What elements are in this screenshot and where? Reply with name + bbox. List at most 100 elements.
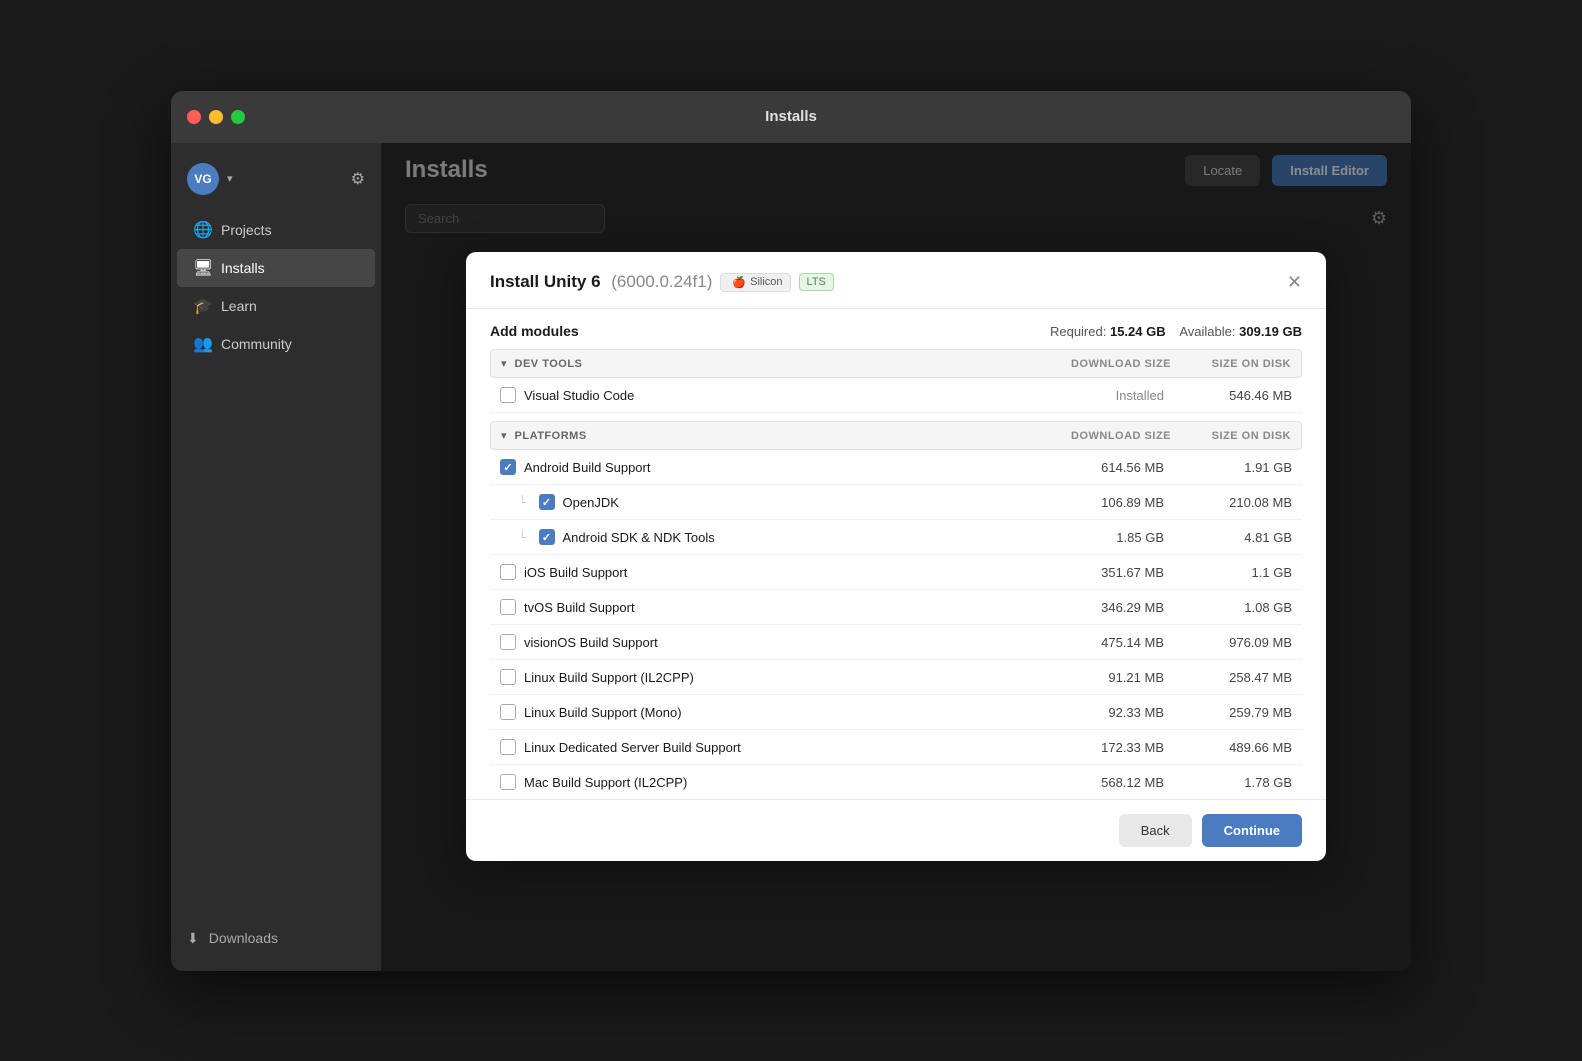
ios-checkbox[interactable] [500, 564, 516, 580]
col-disk-header: SIZE ON DISK [1171, 358, 1291, 370]
maximize-traffic-light[interactable] [231, 110, 245, 124]
sidebar-top: VG ▾ ⚙ [171, 155, 381, 203]
col-download-header: DOWNLOAD SIZE [1031, 358, 1171, 370]
linux-mono-name: Linux Build Support (Mono) [524, 705, 1016, 720]
downloads-label: Downloads [209, 930, 278, 946]
sidebar-bottom: ⬇ Downloads [171, 918, 381, 959]
space-info: Required: 15.24 GB Available: 309.19 GB [1050, 324, 1302, 339]
android-sdk-checkbox[interactable] [539, 529, 555, 545]
module-row-linux-mono: Linux Build Support (Mono) 92.33 MB 259.… [490, 695, 1302, 730]
tvos-checkbox[interactable] [500, 599, 516, 615]
minimize-traffic-light[interactable] [209, 110, 223, 124]
modules-table: ▾ DEV TOOLS DOWNLOAD SIZE SIZE ON DISK V… [466, 349, 1326, 799]
module-row-vscode: Visual Studio Code Installed 546.46 MB [490, 378, 1302, 413]
module-row-linux-server: Linux Dedicated Server Build Support 172… [490, 730, 1302, 765]
linux-server-download-size: 172.33 MB [1024, 740, 1164, 755]
ios-name: iOS Build Support [524, 565, 1016, 580]
mac-il2cpp-checkbox[interactable] [500, 774, 516, 790]
linux-mono-disk-size: 259.79 MB [1172, 705, 1292, 720]
linux-server-checkbox[interactable] [500, 739, 516, 755]
vscode-installed: Installed [1024, 388, 1164, 403]
ios-disk-size: 1.1 GB [1172, 565, 1292, 580]
vscode-name: Visual Studio Code [524, 388, 1016, 403]
linux-il2cpp-download-size: 91.21 MB [1024, 670, 1164, 685]
visionos-download-size: 475.14 MB [1024, 635, 1164, 650]
vscode-checkbox[interactable] [500, 387, 516, 403]
vscode-disk-size: 546.46 MB [1172, 388, 1292, 403]
mac-il2cpp-name: Mac Build Support (IL2CPP) [524, 775, 1016, 790]
module-row-ios: iOS Build Support 351.67 MB 1.1 GB [490, 555, 1302, 590]
avatar-chevron-icon[interactable]: ▾ [227, 172, 233, 185]
linux-server-name: Linux Dedicated Server Build Support [524, 740, 1016, 755]
mac-il2cpp-disk-size: 1.78 GB [1172, 775, 1292, 790]
modal-version: (6000.0.24f1) [611, 272, 712, 291]
sidebar-item-learn[interactable]: 🎓 Learn [177, 287, 375, 325]
sidebar-gear-icon[interactable]: ⚙ [351, 169, 365, 189]
linux-il2cpp-disk-size: 258.47 MB [1172, 670, 1292, 685]
silicon-badge: 🍎 Silicon [720, 273, 790, 292]
platforms-section-header[interactable]: ▾ PLATFORMS DOWNLOAD SIZE SIZE ON DISK [490, 421, 1302, 450]
module-row-android-sdk: └ Android SDK & NDK Tools 1.85 GB 4.81 G… [490, 520, 1302, 555]
openjdk-download-size: 106.89 MB [1024, 495, 1164, 510]
platforms-chevron-icon: ▾ [501, 429, 507, 442]
android-sdk-download-size: 1.85 GB [1024, 530, 1164, 545]
dev-tools-label: DEV TOOLS [515, 358, 1031, 370]
downloads-icon: ⬇ [187, 930, 199, 947]
openjdk-name: OpenJDK [563, 495, 1016, 510]
dev-tools-section-header[interactable]: ▾ DEV TOOLS DOWNLOAD SIZE SIZE ON DISK [490, 349, 1302, 378]
sidebar-item-projects[interactable]: 🌐 Projects [177, 211, 375, 249]
android-disk-size: 1.91 GB [1172, 460, 1292, 475]
traffic-lights [187, 110, 245, 124]
modal-title: Install Unity 6 (6000.0.24f1) [490, 272, 712, 292]
sidebar-item-installs[interactable]: 🖥 Installs [177, 249, 375, 287]
sidebar-item-community[interactable]: 👥 Community [177, 325, 375, 363]
learn-icon: 🎓 [193, 296, 211, 316]
installs-icon: 🖥 [193, 258, 211, 278]
lts-badge: LTS [799, 273, 834, 291]
col-disk-header-2: SIZE ON DISK [1171, 430, 1291, 442]
android-sdk-name: Android SDK & NDK Tools [563, 530, 1016, 545]
visionos-disk-size: 976.09 MB [1172, 635, 1292, 650]
col-download-header-2: DOWNLOAD SIZE [1031, 430, 1171, 442]
app-window: Installs VG ▾ ⚙ 🌐 Projects 🖥 Installs 🎓 [171, 91, 1411, 971]
openjdk-disk-size: 210.08 MB [1172, 495, 1292, 510]
openjdk-checkbox[interactable] [539, 494, 555, 510]
title-bar: Installs [171, 91, 1411, 143]
continue-button[interactable]: Continue [1202, 814, 1302, 847]
back-button[interactable]: Back [1119, 814, 1192, 847]
sidebar-item-downloads[interactable]: ⬇ Downloads [187, 930, 365, 947]
modules-subheader: Add modules Required: 15.24 GB Available… [466, 309, 1326, 349]
add-modules-label: Add modules [490, 323, 579, 339]
module-row-tvos: tvOS Build Support 346.29 MB 1.08 GB [490, 590, 1302, 625]
linux-il2cpp-checkbox[interactable] [500, 669, 516, 685]
avatar[interactable]: VG [187, 163, 219, 195]
platforms-label: PLATFORMS [515, 430, 1031, 442]
visionos-name: visionOS Build Support [524, 635, 1016, 650]
indent-line-icon: └ [518, 495, 527, 509]
modal-close-button[interactable]: ✕ [1287, 273, 1302, 291]
linux-mono-download-size: 92.33 MB [1024, 705, 1164, 720]
module-row-mac-il2cpp: Mac Build Support (IL2CPP) 568.12 MB 1.7… [490, 765, 1302, 799]
ios-download-size: 351.67 MB [1024, 565, 1164, 580]
projects-icon: 🌐 [193, 220, 211, 240]
visionos-checkbox[interactable] [500, 634, 516, 650]
close-traffic-light[interactable] [187, 110, 201, 124]
main-layout: VG ▾ ⚙ 🌐 Projects 🖥 Installs 🎓 Learn 👥 C… [171, 143, 1411, 971]
tvos-download-size: 346.29 MB [1024, 600, 1164, 615]
linux-server-disk-size: 489.66 MB [1172, 740, 1292, 755]
modal-footer: Back Continue [466, 799, 1326, 861]
sidebar: VG ▾ ⚙ 🌐 Projects 🖥 Installs 🎓 Learn 👥 C… [171, 143, 381, 971]
android-checkbox[interactable] [500, 459, 516, 475]
modal-backdrop: Install Unity 6 (6000.0.24f1) 🍎 Silicon … [381, 143, 1411, 971]
modal-header: Install Unity 6 (6000.0.24f1) 🍎 Silicon … [466, 252, 1326, 309]
community-icon: 👥 [193, 334, 211, 354]
tvos-disk-size: 1.08 GB [1172, 600, 1292, 615]
module-row-openjdk: └ OpenJDK 106.89 MB 210.08 MB [490, 485, 1302, 520]
mac-il2cpp-download-size: 568.12 MB [1024, 775, 1164, 790]
module-row-android: Android Build Support 614.56 MB 1.91 GB [490, 450, 1302, 485]
window-title: Installs [765, 108, 817, 125]
linux-mono-checkbox[interactable] [500, 704, 516, 720]
sidebar-item-label: Community [221, 336, 292, 352]
dev-tools-chevron-icon: ▾ [501, 357, 507, 370]
android-name: Android Build Support [524, 460, 1016, 475]
